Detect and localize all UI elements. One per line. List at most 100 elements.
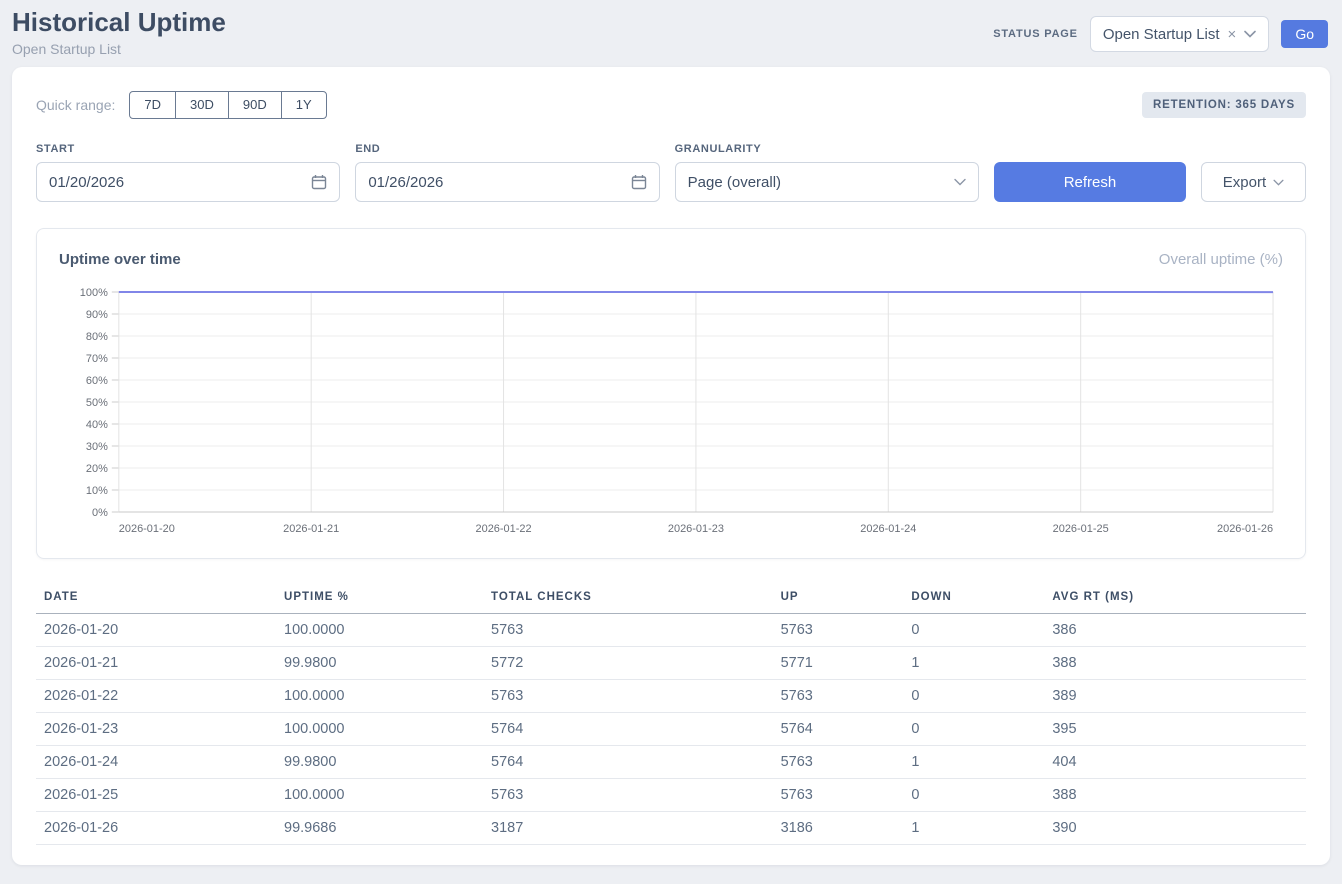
page-subtitle: Open Startup List — [12, 41, 226, 57]
quick-range-90d[interactable]: 90D — [228, 91, 282, 119]
table-row: 2026-01-21 99.9800 5772 5771 1 388 — [36, 647, 1306, 680]
table-header-row: DATE UPTIME % TOTAL CHECKS UP DOWN AVG R… — [36, 585, 1306, 614]
svg-text:50%: 50% — [86, 397, 108, 409]
export-button-label: Export — [1223, 174, 1266, 191]
column-header-checks: TOTAL CHECKS — [483, 585, 773, 614]
end-date-value: 01/26/2026 — [368, 174, 443, 191]
column-header-uptime: UPTIME % — [276, 585, 483, 614]
quick-range-7d[interactable]: 7D — [129, 91, 176, 119]
svg-text:0%: 0% — [92, 507, 108, 519]
table-body: 2026-01-20 100.0000 5763 5763 0 386 2026… — [36, 614, 1306, 845]
start-date-input[interactable]: 01/20/2026 — [36, 162, 340, 202]
retention-badge: RETENTION: 365 DAYS — [1142, 92, 1306, 118]
table-cell: 0 — [903, 680, 1044, 713]
chart-legend: Overall uptime (%) — [1159, 251, 1283, 268]
table-cell: 5763 — [773, 680, 904, 713]
table-cell: 395 — [1044, 713, 1306, 746]
svg-text:2026-01-23: 2026-01-23 — [668, 523, 724, 535]
table-cell: 3186 — [773, 812, 904, 845]
table-cell: 389 — [1044, 680, 1306, 713]
column-header-down: DOWN — [903, 585, 1044, 614]
end-date-input[interactable]: 01/26/2026 — [355, 162, 659, 202]
svg-text:30%: 30% — [86, 441, 108, 453]
table-cell: 5763 — [773, 779, 904, 812]
table-cell: 2026-01-24 — [36, 746, 276, 779]
svg-text:70%: 70% — [86, 353, 108, 365]
column-header-date: DATE — [36, 585, 276, 614]
granularity-label: GRANULARITY — [675, 143, 979, 155]
table-header: DATE UPTIME % TOTAL CHECKS UP DOWN AVG R… — [36, 585, 1306, 614]
refresh-button[interactable]: Refresh — [994, 162, 1186, 202]
start-date-value: 01/20/2026 — [49, 174, 124, 191]
main-card: Quick range: 7D 30D 90D 1Y RETENTION: 36… — [12, 67, 1330, 865]
calendar-icon[interactable] — [311, 174, 327, 190]
uptime-chart-card: Uptime over time Overall uptime (%) 0% 10… — [36, 228, 1306, 559]
svg-text:2026-01-25: 2026-01-25 — [1053, 523, 1109, 535]
table-cell: 5763 — [483, 779, 773, 812]
chart-header: Uptime over time Overall uptime (%) — [59, 251, 1283, 268]
chart-title: Uptime over time — [59, 251, 181, 268]
quick-range-1y[interactable]: 1Y — [281, 91, 327, 119]
table-cell: 99.9686 — [276, 812, 483, 845]
table-row: 2026-01-26 99.9686 3187 3186 1 390 — [36, 812, 1306, 845]
quick-range-wrap: Quick range: 7D 30D 90D 1Y — [36, 91, 327, 119]
table-cell: 388 — [1044, 779, 1306, 812]
table-cell: 0 — [903, 779, 1044, 812]
status-page-select[interactable]: Open Startup List × — [1090, 16, 1270, 52]
svg-text:2026-01-22: 2026-01-22 — [476, 523, 532, 535]
table-cell: 1 — [903, 746, 1044, 779]
table-cell: 2026-01-26 — [36, 812, 276, 845]
calendar-icon[interactable] — [631, 174, 647, 190]
uptime-line-chart: 0%10%20%30%40%50%60%70%80%90%100%2026-01… — [59, 282, 1283, 544]
end-date-field: END 01/26/2026 — [355, 143, 659, 202]
chevron-down-icon — [1244, 30, 1256, 38]
clear-icon[interactable]: × — [1228, 26, 1237, 43]
topbar-row: Quick range: 7D 30D 90D 1Y RETENTION: 36… — [36, 91, 1306, 119]
table-cell: 1 — [903, 647, 1044, 680]
table-cell: 5763 — [773, 746, 904, 779]
table-cell: 99.9800 — [276, 746, 483, 779]
table-cell: 0 — [903, 614, 1044, 647]
table-cell: 5764 — [483, 746, 773, 779]
table-cell: 100.0000 — [276, 713, 483, 746]
table-row: 2026-01-25 100.0000 5763 5763 0 388 — [36, 779, 1306, 812]
column-header-up: UP — [773, 585, 904, 614]
svg-text:2026-01-26: 2026-01-26 — [1217, 523, 1273, 535]
table-cell: 386 — [1044, 614, 1306, 647]
granularity-selected-value: Page (overall) — [688, 174, 781, 191]
table-row: 2026-01-24 99.9800 5764 5763 1 404 — [36, 746, 1306, 779]
table-cell: 5771 — [773, 647, 904, 680]
table-cell: 390 — [1044, 812, 1306, 845]
svg-text:2026-01-21: 2026-01-21 — [283, 523, 339, 535]
table-cell: 100.0000 — [276, 680, 483, 713]
granularity-select[interactable]: Page (overall) — [675, 162, 979, 202]
table-cell: 2026-01-21 — [36, 647, 276, 680]
svg-text:80%: 80% — [86, 331, 108, 343]
table-cell: 2026-01-20 — [36, 614, 276, 647]
table-cell: 1 — [903, 812, 1044, 845]
table-cell: 100.0000 — [276, 614, 483, 647]
svg-text:100%: 100% — [80, 287, 108, 299]
end-label: END — [355, 143, 659, 155]
table-cell: 0 — [903, 713, 1044, 746]
table-cell: 3187 — [483, 812, 773, 845]
quick-range-30d[interactable]: 30D — [175, 91, 229, 119]
page-header: Historical Uptime Open Startup List STAT… — [0, 0, 1342, 67]
filter-row: START 01/20/2026 END 01/26/2026 GRANULAR… — [36, 143, 1306, 202]
table-cell: 5764 — [483, 713, 773, 746]
table-row: 2026-01-22 100.0000 5763 5763 0 389 — [36, 680, 1306, 713]
svg-text:90%: 90% — [86, 309, 108, 321]
table-row: 2026-01-23 100.0000 5764 5764 0 395 — [36, 713, 1306, 746]
table-row: 2026-01-20 100.0000 5763 5763 0 386 — [36, 614, 1306, 647]
svg-text:40%: 40% — [86, 419, 108, 431]
table-cell: 2026-01-22 — [36, 680, 276, 713]
quick-range-group: 7D 30D 90D 1Y — [129, 91, 326, 119]
export-button[interactable]: Export — [1201, 162, 1306, 202]
table-cell: 5764 — [773, 713, 904, 746]
granularity-field: GRANULARITY Page (overall) — [675, 143, 979, 202]
svg-text:10%: 10% — [86, 485, 108, 497]
table-cell: 5763 — [483, 680, 773, 713]
table-cell: 5763 — [483, 614, 773, 647]
go-button[interactable]: Go — [1281, 20, 1328, 48]
status-page-label: STATUS PAGE — [993, 28, 1078, 40]
